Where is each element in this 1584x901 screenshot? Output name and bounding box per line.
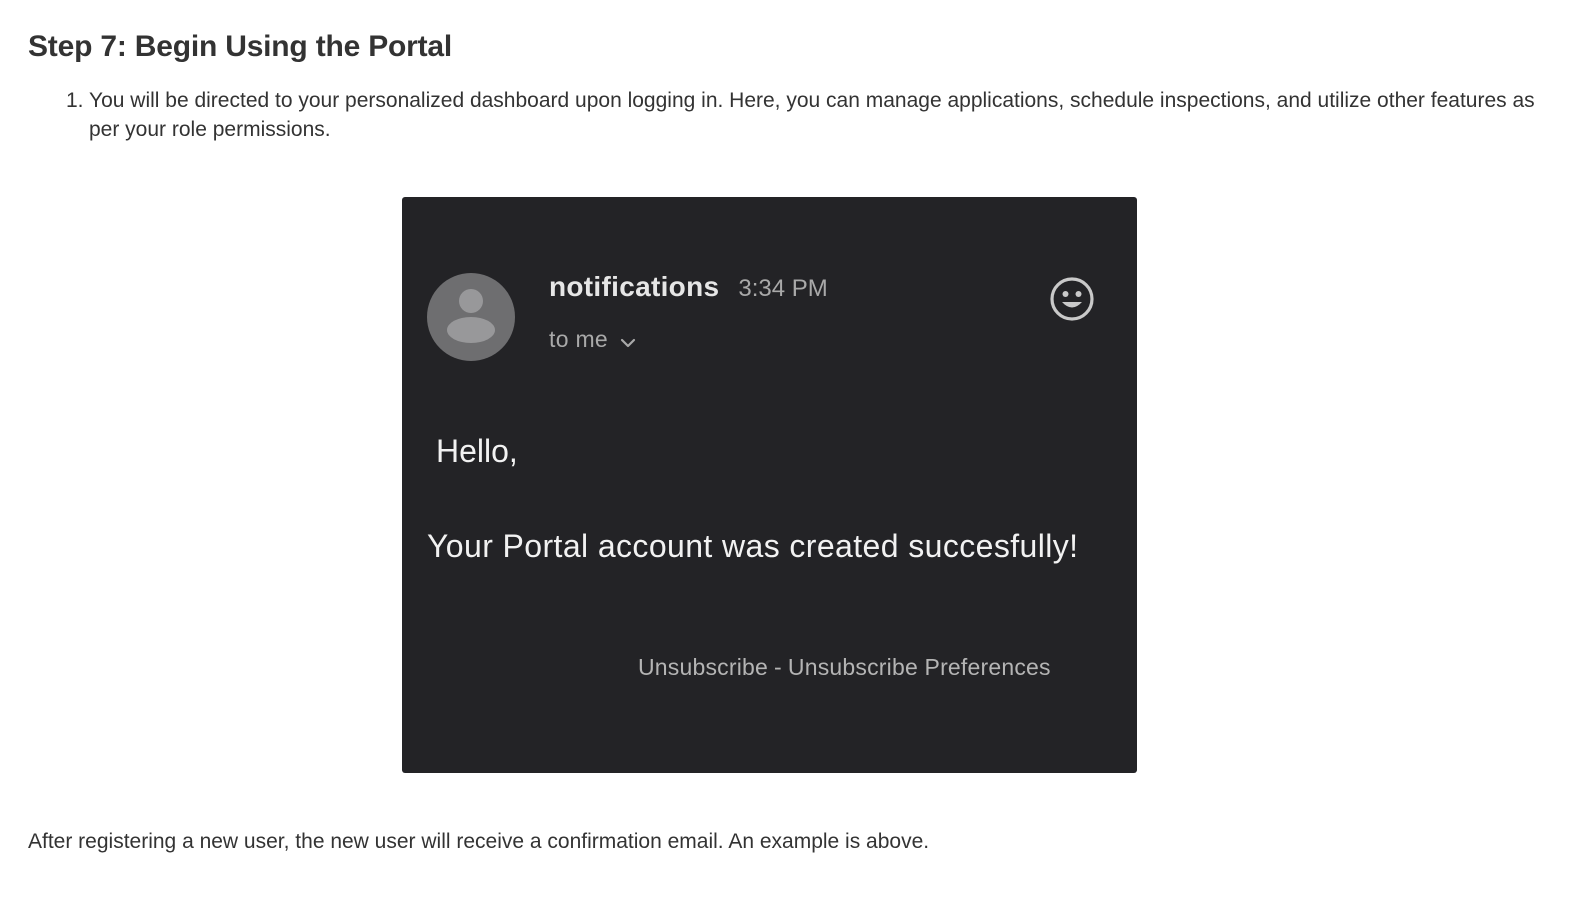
email-footer: Unsubscribe - Unsubscribe Preferences — [638, 654, 1051, 681]
email-header: notifications 3:34 PM — [549, 271, 828, 303]
email-message: Your Portal account was created succesfu… — [427, 528, 1079, 564]
recipient-toggle: to me — [549, 326, 636, 353]
email-time: 3:34 PM — [738, 275, 828, 302]
page-heading: Step 7: Begin Using the Portal — [28, 30, 453, 63]
email-screenshot: notifications 3:34 PM to me Hello, Your … — [402, 197, 1137, 773]
smiley-face-icon — [1048, 275, 1096, 323]
sender-name: notifications — [549, 271, 720, 302]
chevron-down-icon — [620, 338, 636, 348]
footer-separator: - — [774, 654, 782, 680]
email-caption: After registering a new user, the new us… — [28, 830, 930, 853]
unsubscribe-preferences-link: Unsubscribe Preferences — [787, 654, 1051, 680]
avatar-head — [459, 289, 483, 313]
person-avatar-icon — [427, 273, 515, 361]
step-list: 1. You will be directed to your personal… — [66, 86, 1556, 144]
recipient-label: to me — [549, 326, 609, 352]
unsubscribe-link: Unsubscribe — [638, 654, 769, 680]
avatar-body — [447, 317, 495, 343]
step-number: 1. — [66, 89, 84, 112]
step-text: You will be directed to your personalize… — [89, 89, 1535, 141]
list-item: 1. You will be directed to your personal… — [66, 86, 1556, 144]
email-greeting: Hello, — [436, 433, 518, 469]
